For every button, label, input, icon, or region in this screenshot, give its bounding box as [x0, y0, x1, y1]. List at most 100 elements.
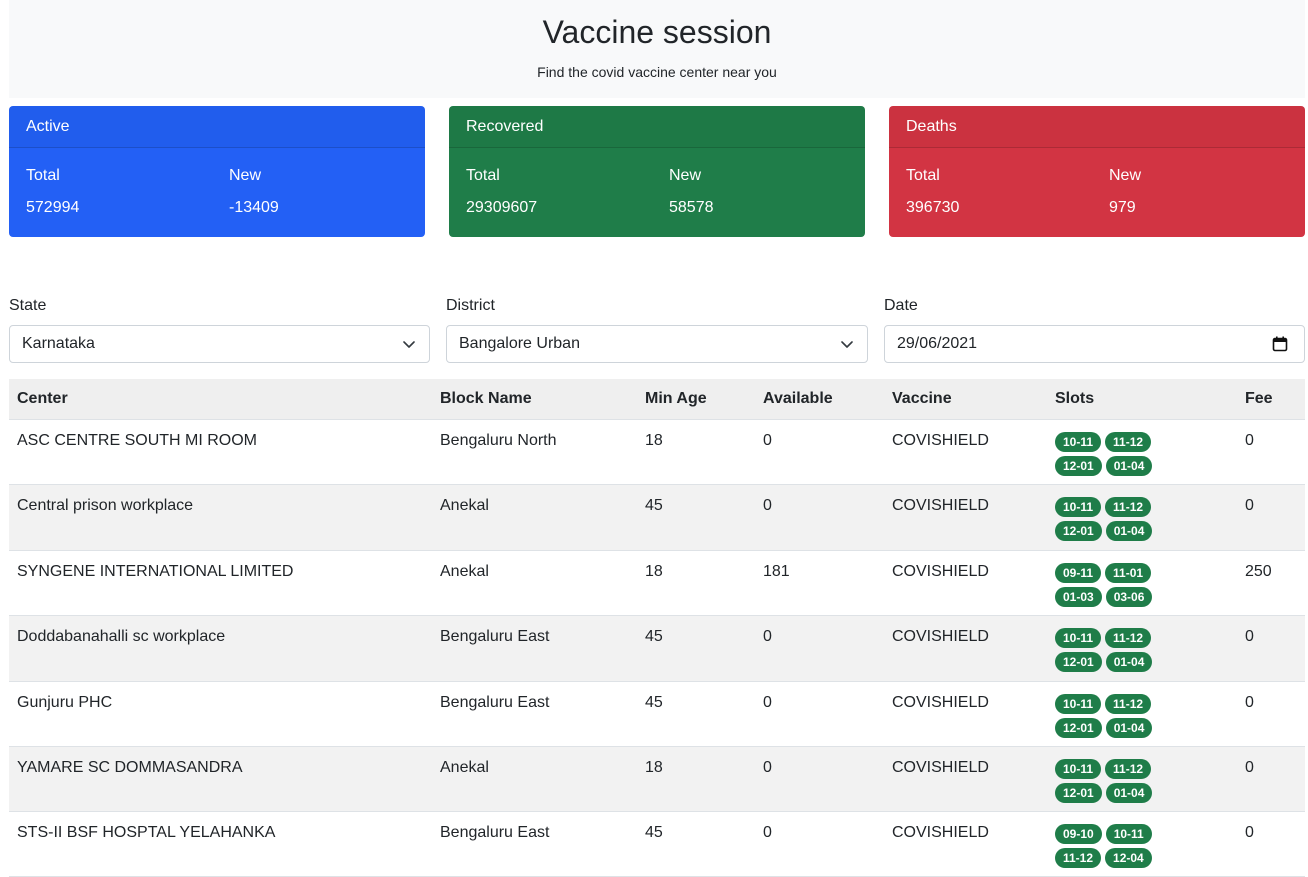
slot-badge: 11-12 — [1105, 432, 1152, 452]
slot-badge: 12-01 — [1055, 718, 1102, 738]
date-input[interactable]: 29/06/2021 — [884, 325, 1305, 363]
min-age-cell: 18 — [645, 432, 663, 449]
center-cell: STS-II BSF HOSPTAL YELAHANKA — [17, 824, 276, 841]
state-select[interactable]: Karnataka — [9, 325, 430, 363]
center-cell: Central prison workplace — [17, 497, 194, 514]
vaccine-cell: COVISHIELD — [892, 694, 989, 711]
slot-badge: 10-11 — [1055, 497, 1102, 517]
min-age-cell: 18 — [645, 759, 663, 776]
column-header-vaccine[interactable]: Vaccine — [892, 390, 952, 408]
block-name-cell: Anekal — [440, 759, 489, 776]
available-cell: 0 — [763, 824, 772, 841]
slot-badge: 12-01 — [1055, 521, 1102, 541]
fee-cell: 0 — [1245, 628, 1254, 645]
available-cell: 0 — [763, 432, 772, 449]
slot-badge: 11-12 — [1105, 694, 1152, 714]
calendar-icon[interactable] — [1272, 336, 1288, 352]
slot-badge: 10-11 — [1055, 694, 1102, 714]
chevron-down-icon — [403, 341, 415, 348]
available-cell: 0 — [763, 497, 772, 514]
deaths-card-title: Deaths — [889, 106, 1305, 148]
available-cell: 0 — [763, 694, 772, 711]
deaths-stats-card: Deaths Total 396730 New 979 — [889, 106, 1305, 237]
table-row: ASC CENTRE SOUTH MI ROOM Bengaluru North 1… — [9, 420, 1305, 485]
vaccine-cell: COVISHIELD — [892, 824, 989, 841]
slot-badge: 09-10 — [1055, 824, 1102, 844]
slots-cell: 10-11 11-12 12-01 01-04 — [1055, 694, 1167, 738]
slot-badge: 11-01 — [1105, 563, 1152, 583]
slot-badge: 11-12 — [1055, 848, 1102, 868]
vaccine-cell: COVISHIELD — [892, 759, 989, 776]
column-header-available[interactable]: Available — [763, 390, 833, 408]
slots-cell: 09-11 11-01 01-03 03-06 — [1055, 563, 1167, 607]
min-age-cell: 45 — [645, 694, 663, 711]
column-header-block[interactable]: Block Name — [440, 390, 532, 408]
recovered-card-title: Recovered — [449, 106, 865, 148]
slots-cell: 10-11 11-12 12-01 01-04 — [1055, 759, 1167, 803]
active-total-value: 572994 — [26, 199, 80, 216]
center-cell: SYNGENE INTERNATIONAL LIMITED — [17, 563, 294, 580]
column-header-slots[interactable]: Slots — [1055, 390, 1094, 408]
block-name-cell: Bengaluru East — [440, 694, 550, 711]
slot-badge: 12-01 — [1055, 456, 1102, 476]
slot-badge: 01-04 — [1105, 783, 1153, 803]
slots-cell: 10-11 11-12 12-01 01-04 — [1055, 497, 1167, 541]
slot-badge: 09-11 — [1055, 563, 1102, 583]
slot-badge: 10-11 — [1055, 628, 1102, 648]
table-row: Doddabanahalli sc workplace Bengaluru Eas… — [9, 616, 1305, 682]
table-row: STS-II BSF HOSPTAL YELAHANKA Bengaluru Ea… — [9, 812, 1305, 877]
slot-badge: 11-12 — [1105, 628, 1152, 648]
date-input-value: 29/06/2021 — [897, 335, 978, 352]
slot-badge: 01-04 — [1105, 456, 1153, 476]
min-age-cell: 45 — [645, 824, 663, 841]
column-header-min-age[interactable]: Min Age — [645, 390, 707, 408]
vaccine-cell: COVISHIELD — [892, 432, 989, 449]
table-row: SYNGENE INTERNATIONAL LIMITED Anekal 18 181… — [9, 551, 1305, 616]
min-age-cell: 45 — [645, 497, 663, 514]
slot-badge: 10-11 — [1055, 759, 1102, 779]
table-row: Gunjuru PHC Bengaluru East 45 0 COVISHIELD 0 1… — [9, 682, 1305, 747]
column-header-fee[interactable]: Fee — [1245, 390, 1273, 408]
recovered-new-label: New — [669, 167, 702, 184]
available-cell: 0 — [763, 628, 772, 645]
deaths-new-label: New — [1109, 167, 1142, 184]
page-subtitle: Find the covid vaccine center near you — [537, 64, 777, 80]
fee-cell: 0 — [1245, 824, 1254, 841]
block-name-cell: Bengaluru North — [440, 432, 557, 449]
slot-badge: 12-04 — [1105, 848, 1152, 868]
block-name-cell: Bengaluru East — [440, 824, 550, 841]
slot-badge: 01-04 — [1105, 521, 1153, 541]
slot-badge: 01-04 — [1105, 718, 1153, 738]
recovered-new-value: 58578 — [669, 199, 714, 216]
table-body: ASC CENTRE SOUTH MI ROOM Bengaluru North 1… — [9, 420, 1305, 877]
fee-cell: 0 — [1245, 694, 1254, 711]
active-new-value: -13409 — [229, 199, 279, 216]
slot-badge: 11-12 — [1105, 497, 1152, 517]
fee-cell: 250 — [1245, 563, 1272, 580]
column-header-center[interactable]: Center — [17, 390, 68, 408]
fee-cell: 0 — [1245, 432, 1254, 449]
deaths-total-value: 396730 — [906, 199, 960, 216]
date-label: Date — [884, 297, 918, 314]
slot-badge: 03-06 — [1105, 587, 1153, 607]
recovered-stats-card: Recovered Total 29309607 New 58578 — [449, 106, 865, 237]
center-cell: YAMARE SC DOMMASANDRA — [17, 759, 243, 776]
slots-cell: 10-11 11-12 12-01 01-04 — [1055, 432, 1167, 476]
state-label: State — [9, 297, 47, 314]
page-header: Vaccine session Find the covid vaccine c… — [9, 0, 1305, 98]
district-select-value: Bangalore Urban — [459, 335, 580, 352]
recovered-total-value: 29309607 — [466, 199, 538, 216]
center-cell: Doddabanahalli sc workplace — [17, 628, 226, 645]
table-row: YAMARE SC DOMMASANDRA Anekal 18 0 COVISHIELD… — [9, 747, 1305, 812]
slots-cell: 10-11 11-12 12-01 01-04 — [1055, 628, 1167, 672]
district-label: District — [446, 297, 495, 314]
slot-badge: 12-01 — [1055, 783, 1102, 803]
min-age-cell: 45 — [645, 628, 663, 645]
recovered-total-label: Total — [466, 167, 500, 184]
min-age-cell: 18 — [645, 563, 663, 580]
district-select[interactable]: Bangalore Urban — [446, 325, 868, 363]
block-name-cell: Bengaluru East — [440, 628, 550, 645]
block-name-cell: Anekal — [440, 497, 489, 514]
slot-badge: 11-12 — [1105, 759, 1152, 779]
table-header: Center Block Name Min Age Available Vacc… — [9, 379, 1305, 420]
